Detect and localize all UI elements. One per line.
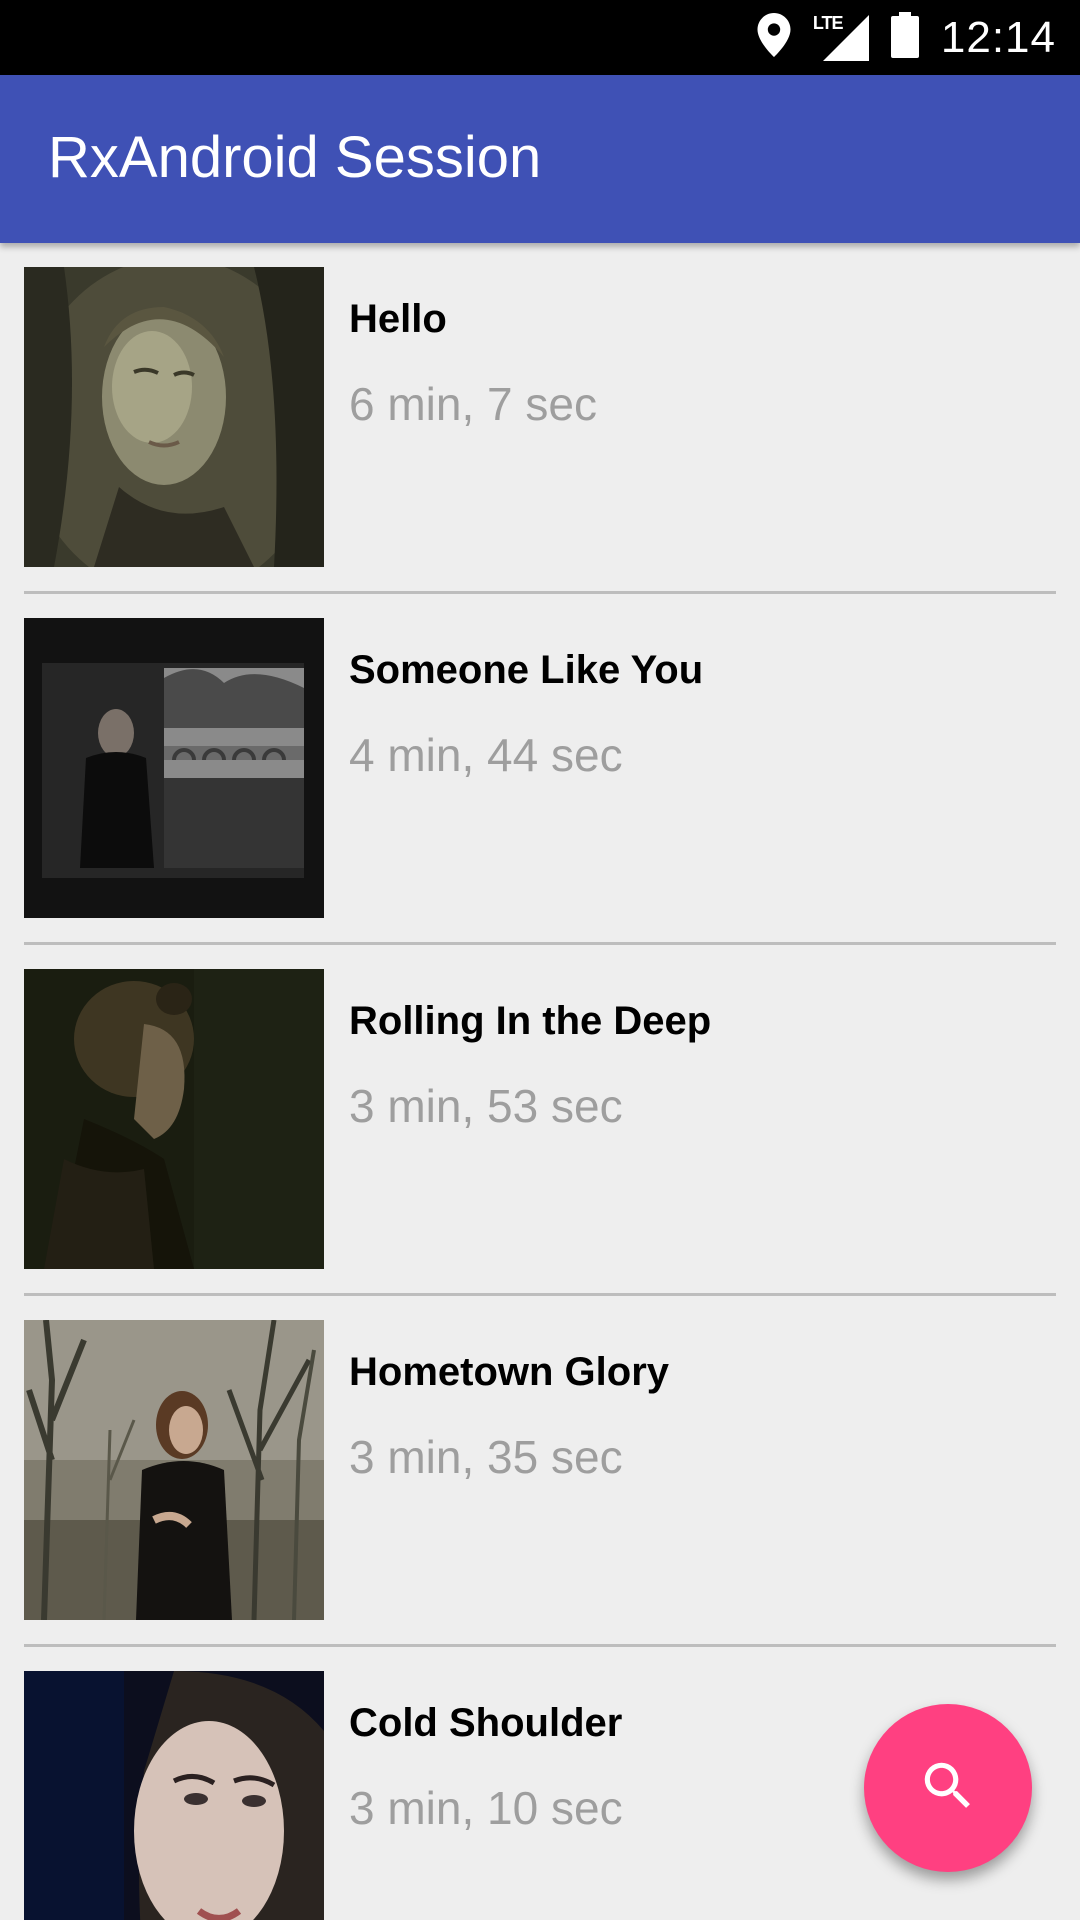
video-thumbnail xyxy=(24,618,324,918)
video-title: Hometown Glory xyxy=(349,1350,670,1394)
search-icon xyxy=(917,1755,979,1822)
video-title: Rolling In the Deep xyxy=(349,999,712,1043)
app-bar: RxAndroid Session xyxy=(0,75,1080,243)
video-list-item[interactable]: Rolling In the Deep 3 min, 53 sec xyxy=(0,945,1080,1296)
video-list-item[interactable]: Someone Like You 4 min, 44 sec xyxy=(0,594,1080,945)
video-title: Cold Shoulder xyxy=(349,1701,623,1745)
video-title: Someone Like You xyxy=(349,648,704,692)
location-icon xyxy=(757,13,791,62)
video-duration: 4 min, 44 sec xyxy=(349,729,623,781)
video-duration: 3 min, 35 sec xyxy=(349,1431,623,1483)
video-thumbnail xyxy=(24,1320,324,1620)
search-fab-button[interactable] xyxy=(864,1704,1032,1872)
video-thumbnail xyxy=(24,969,324,1269)
app-screen: LTE 12:14 RxAndroid Session Hello 6 min,… xyxy=(0,0,1080,1920)
video-thumbnail xyxy=(24,267,324,567)
video-thumbnail xyxy=(24,1671,324,1920)
status-bar: LTE 12:14 xyxy=(0,0,1080,75)
video-list-item[interactable]: Hello 6 min, 7 sec xyxy=(0,243,1080,594)
battery-icon xyxy=(890,12,919,63)
video-duration: 6 min, 7 sec xyxy=(349,378,597,430)
video-list-item[interactable]: Hometown Glory 3 min, 35 sec xyxy=(0,1296,1080,1647)
video-duration: 3 min, 10 sec xyxy=(349,1782,623,1834)
status-time: 12:14 xyxy=(940,12,1056,62)
video-list[interactable]: Hello 6 min, 7 sec Someone Like You 4 mi… xyxy=(0,243,1080,1920)
video-duration: 3 min, 53 sec xyxy=(349,1080,623,1132)
lte-signal-icon: LTE xyxy=(813,13,869,61)
video-title: Hello xyxy=(349,297,447,341)
app-title: RxAndroid Session xyxy=(48,125,542,190)
status-icons: LTE 12:14 xyxy=(757,0,1056,75)
